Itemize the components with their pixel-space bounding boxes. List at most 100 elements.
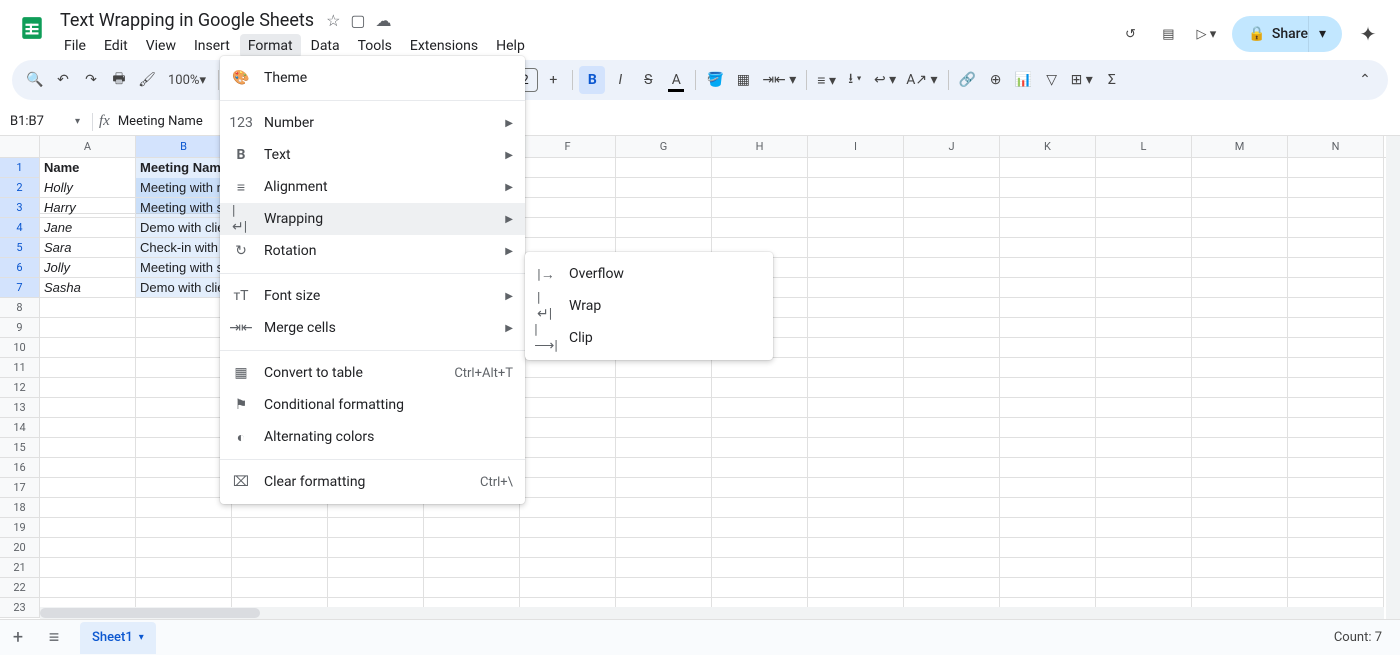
cell[interactable] (1096, 478, 1192, 498)
cell[interactable] (712, 458, 808, 478)
cell[interactable]: Jolly (40, 258, 136, 278)
cell[interactable] (1000, 258, 1096, 278)
cell[interactable] (616, 478, 712, 498)
row-header[interactable]: 5 (0, 238, 40, 258)
row-header[interactable]: 16 (0, 458, 40, 478)
cell[interactable] (1096, 198, 1192, 218)
cell[interactable] (40, 378, 136, 398)
cell[interactable] (808, 398, 904, 418)
col-header-I[interactable]: I (808, 136, 904, 157)
cell[interactable] (136, 498, 232, 518)
submenu-wrap[interactable]: |↵|Wrap (525, 290, 773, 322)
all-sheets-button[interactable]: ≡ (36, 620, 72, 656)
row-header[interactable]: 2 (0, 178, 40, 198)
cell[interactable] (1288, 158, 1384, 178)
cell[interactable] (712, 218, 808, 238)
cell[interactable] (1000, 358, 1096, 378)
cell[interactable] (808, 178, 904, 198)
cell[interactable] (1192, 278, 1288, 298)
cell[interactable] (1096, 538, 1192, 558)
row-header[interactable]: 7 (0, 278, 40, 298)
menu-alternating[interactable]: ◐Alternating colors (220, 421, 525, 453)
cell[interactable]: Jane (40, 218, 136, 238)
cell[interactable] (1096, 358, 1192, 378)
cell[interactable] (1000, 498, 1096, 518)
row-header[interactable]: 23 (0, 598, 40, 618)
selection-count[interactable]: Count: 7 (1334, 630, 1382, 645)
cell[interactable] (1000, 418, 1096, 438)
cell[interactable] (1000, 458, 1096, 478)
cell[interactable] (712, 378, 808, 398)
cell[interactable] (520, 218, 616, 238)
cell[interactable] (1288, 378, 1384, 398)
cell[interactable] (616, 178, 712, 198)
cell[interactable] (520, 398, 616, 418)
cell[interactable] (1000, 398, 1096, 418)
cell[interactable] (520, 418, 616, 438)
cell[interactable] (616, 458, 712, 478)
cell[interactable] (904, 298, 1000, 318)
cell[interactable] (520, 578, 616, 598)
cell[interactable] (1192, 258, 1288, 278)
filter-button[interactable]: ▽ (1039, 66, 1065, 94)
cell[interactable] (1000, 338, 1096, 358)
cell[interactable] (904, 398, 1000, 418)
cell[interactable] (1192, 338, 1288, 358)
cell[interactable] (1096, 578, 1192, 598)
chart-button[interactable]: 📊 (1011, 66, 1037, 94)
cell[interactable] (424, 538, 520, 558)
submenu-clip[interactable]: |⟶|Clip (525, 322, 773, 354)
sheets-logo[interactable] (12, 8, 52, 48)
cell[interactable] (1096, 318, 1192, 338)
cell[interactable] (40, 358, 136, 378)
row-header[interactable]: 4 (0, 218, 40, 238)
cell[interactable]: Sasha (40, 278, 136, 298)
cell[interactable] (1096, 398, 1192, 418)
cell[interactable] (904, 478, 1000, 498)
menu-alignment[interactable]: ≡Alignment▶ (220, 171, 525, 203)
cell[interactable] (904, 578, 1000, 598)
cell[interactable] (616, 198, 712, 218)
menu-clear[interactable]: ⌧Clear formattingCtrl+\ (220, 466, 525, 498)
cell[interactable] (520, 518, 616, 538)
cell[interactable] (1000, 558, 1096, 578)
cell[interactable] (232, 518, 328, 538)
cell[interactable] (1288, 358, 1384, 378)
cell[interactable] (904, 458, 1000, 478)
cell[interactable] (808, 338, 904, 358)
cell[interactable] (808, 198, 904, 218)
cell[interactable] (1000, 238, 1096, 258)
sheet-tab[interactable]: Sheet1▾ (80, 622, 156, 654)
cell[interactable] (904, 498, 1000, 518)
cell[interactable] (1288, 538, 1384, 558)
cell[interactable] (520, 538, 616, 558)
cell[interactable] (136, 378, 232, 398)
row-header[interactable]: 18 (0, 498, 40, 518)
menu-tools[interactable]: Tools (350, 34, 400, 58)
cell[interactable] (712, 478, 808, 498)
cell[interactable] (904, 218, 1000, 238)
cell[interactable] (1000, 218, 1096, 238)
cell[interactable] (1192, 178, 1288, 198)
cell[interactable] (904, 318, 1000, 338)
cell[interactable] (616, 358, 712, 378)
cell[interactable] (808, 358, 904, 378)
cell[interactable] (808, 578, 904, 598)
cell[interactable] (328, 518, 424, 538)
cell[interactable] (808, 518, 904, 538)
cell[interactable] (1096, 338, 1192, 358)
cell[interactable] (808, 378, 904, 398)
cell[interactable] (1192, 318, 1288, 338)
cell[interactable] (808, 158, 904, 178)
row-header[interactable]: 22 (0, 578, 40, 598)
cell[interactable]: Sara (40, 238, 136, 258)
cell[interactable] (40, 418, 136, 438)
comments-icon[interactable]: ▤ (1156, 22, 1180, 46)
row-header[interactable]: 9 (0, 318, 40, 338)
cell[interactable] (1096, 558, 1192, 578)
cell[interactable] (40, 398, 136, 418)
meet-icon[interactable]: ▷ ▾ (1194, 22, 1218, 46)
cell[interactable] (520, 558, 616, 578)
cell[interactable]: Check-in with team (136, 238, 232, 258)
star-icon[interactable]: ☆ (326, 11, 340, 30)
